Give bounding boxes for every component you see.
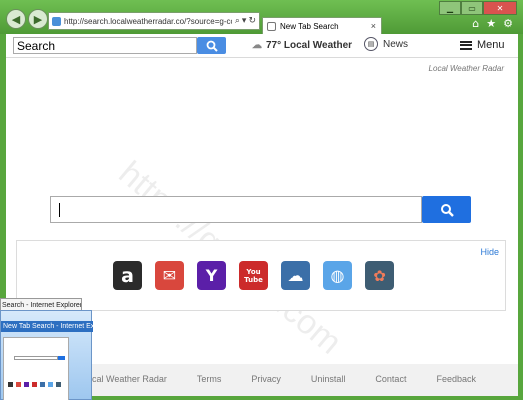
maximize-button[interactable]: ▭ (461, 1, 483, 15)
mail-app-icon[interactable]: ✉ (155, 261, 184, 290)
minimize-button[interactable]: ▁ (439, 1, 461, 15)
youtube-app-icon[interactable]: You Tube (239, 261, 268, 290)
close-window-button[interactable]: ✕ (483, 1, 517, 15)
top-search-button[interactable] (197, 37, 226, 54)
app-shortcuts: a ✉ Y You Tube ☁ ◍ ✿ (113, 261, 394, 290)
menu-label: Menu (477, 39, 505, 51)
back-arrow-icon: ◀ (11, 12, 21, 26)
dropdown-icon[interactable]: ▾ (242, 16, 247, 26)
top-toolbar: Search ☁ 77° Local Weather ▤ News Menu (6, 34, 518, 58)
tab-close-icon[interactable]: × (371, 21, 376, 31)
preview-thumbnail (3, 337, 69, 400)
news-icon: ▤ (364, 37, 378, 51)
preview-search-bar (14, 356, 58, 360)
news-label: News (383, 38, 409, 50)
tab-new-tab-search[interactable]: New Tab Search × (262, 17, 382, 34)
home-icon[interactable]: ⌂ (472, 17, 479, 30)
preview-app-icons (8, 382, 61, 387)
hide-link[interactable]: Hide (480, 247, 499, 257)
amazon-app-icon[interactable]: a (113, 261, 142, 290)
address-bar-icons: ⌕ ▾ ↻ (232, 16, 259, 26)
footer-link-contact[interactable]: Contact (375, 374, 406, 384)
footer-link-feedback[interactable]: Feedback (436, 374, 476, 384)
tab-favicon-icon (267, 21, 276, 31)
weather-app-icon[interactable]: ☁ (281, 261, 310, 290)
window-controls: ▁ ▭ ✕ (439, 1, 517, 15)
main-search-button[interactable] (422, 196, 471, 223)
yahoo-app-icon[interactable]: Y (197, 261, 226, 290)
forward-button[interactable]: ▶ (28, 9, 48, 29)
refresh-icon[interactable]: ↻ (248, 16, 256, 26)
main-search-input[interactable] (50, 196, 422, 223)
search-icon[interactable]: ⌕ (235, 16, 240, 26)
menu-button[interactable]: Menu (460, 39, 505, 51)
footer-links: Local Weather Radar Terms Privacy Uninst… (82, 374, 476, 384)
globe-app-icon[interactable]: ◍ (323, 261, 352, 290)
apps-panel: Hide a ✉ Y You Tube ☁ ◍ ✿ (16, 240, 506, 311)
brand-label: Local Weather Radar (428, 64, 504, 73)
weather-text: 77° Local Weather (266, 40, 353, 51)
back-button[interactable]: ◀ (6, 9, 26, 29)
maps-app-icon[interactable]: ✿ (365, 261, 394, 290)
search-icon (440, 203, 454, 217)
browser-right-icons: ⌂ ★ ⚙ (472, 17, 513, 30)
preview-search-button (58, 356, 65, 360)
footer-link-uninstall[interactable]: Uninstall (311, 374, 346, 384)
footer-link-privacy[interactable]: Privacy (251, 374, 281, 384)
search-icon (206, 40, 218, 52)
gear-icon[interactable]: ⚙ (503, 17, 513, 30)
text-caret (59, 203, 60, 217)
address-bar[interactable]: http://search.localweatherradar.co/?sour… (48, 12, 260, 30)
cloud-icon: ☁ (252, 40, 262, 51)
taskbar-preview[interactable]: New Tab Search - Internet Explo... (0, 310, 93, 400)
news-link[interactable]: ▤ News (364, 37, 408, 51)
forward-arrow-icon: ▶ (33, 12, 43, 26)
browser-window-frame: ◀ ▶ http://search.localweatherradar.co/?… (0, 0, 523, 400)
preview-window-title: New Tab Search - Internet Explo... (1, 321, 93, 332)
weather-widget[interactable]: ☁ 77° Local Weather (252, 40, 352, 51)
site-favicon-icon (52, 16, 61, 26)
footer-link-brand[interactable]: Local Weather Radar (82, 374, 167, 384)
address-url: http://search.localweatherradar.co/?sour… (64, 16, 232, 26)
hamburger-icon (460, 40, 472, 50)
footer-link-terms[interactable]: Terms (197, 374, 222, 384)
star-icon[interactable]: ★ (486, 17, 496, 30)
tab-title: New Tab Search (280, 21, 339, 31)
top-search-input[interactable]: Search (13, 37, 197, 54)
